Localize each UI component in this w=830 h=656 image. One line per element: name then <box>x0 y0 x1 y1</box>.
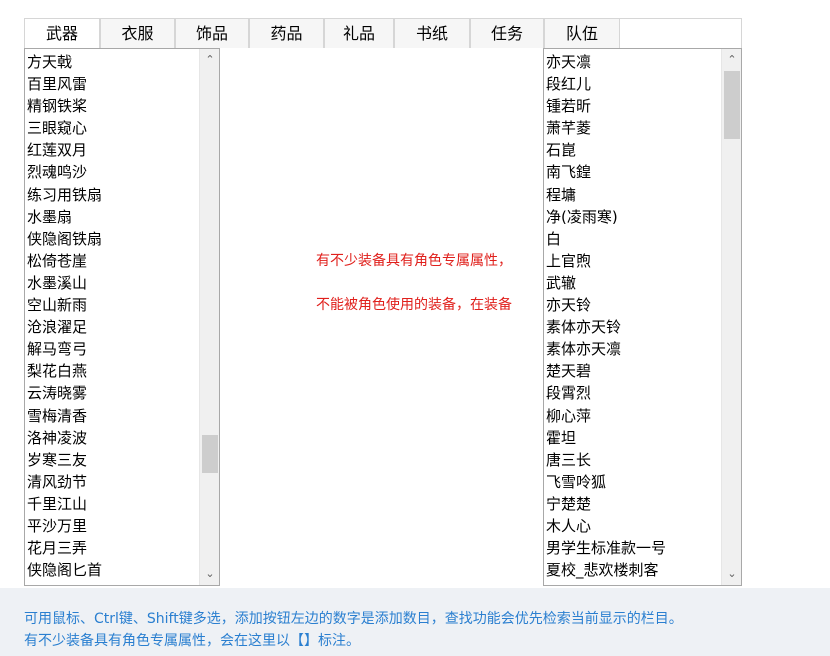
party-list-item[interactable]: 唐三长 <box>546 449 719 471</box>
item-editor-panel: 武器 衣服 饰品 药品 礼品 书纸 任务 队伍 方天戟 百里风雷 精钢铁桨 三眼窥心红… <box>0 0 742 588</box>
party-list-item[interactable]: 男学生标准款一号 <box>546 537 719 559</box>
party-list-item[interactable]: 段霄烈 <box>546 382 719 404</box>
weapon-list-item[interactable]: 百里风雷 <box>27 73 197 95</box>
footer-help-line-2: 有不少装备具有角色专属属性，会在这里以【】标注。 <box>24 633 360 649</box>
tab-quests[interactable]: 任务 <box>470 18 544 48</box>
weapon-list-item[interactable]: 侠隐阁匕首 <box>27 559 197 581</box>
note-unusable-equipment: 不能被角色使用的装备，在装备 <box>316 297 512 313</box>
party-list-item[interactable]: 夏校_悲欢楼刺客 <box>546 559 719 581</box>
weapon-list-item[interactable]: 清风劲节 <box>27 471 197 493</box>
scroll-down-arrow-icon[interactable]: ⌄ <box>722 563 741 585</box>
party-list-scrollbar[interactable]: ⌃ ⌄ <box>721 49 741 585</box>
weapon-list-item[interactable]: 水墨溪山 <box>27 272 197 294</box>
weapon-list-item[interactable]: 三眼窥心 <box>27 117 197 139</box>
party-list-item[interactable]: 白 <box>546 228 719 250</box>
party-list-item[interactable]: 锺若昕 <box>546 95 719 117</box>
footer-help: 可用鼠标、Ctrl键、Shift键多选，添加按钮左边的数字是添加数目，查找功能会… <box>0 588 830 656</box>
weapon-list-item[interactable]: 松倚苍崖 <box>27 250 197 272</box>
weapon-list-item[interactable]: 沧浪濯足 <box>27 316 197 338</box>
weapon-list-item[interactable]: 侠隐阁铁扇 <box>27 228 197 250</box>
party-list-item[interactable]: 素体亦天铃 <box>546 316 719 338</box>
weapon-list-item[interactable]: 空山新雨 <box>27 294 197 316</box>
party-list-item[interactable]: 南飞鍠 <box>546 161 719 183</box>
party-list-items: 亦天凛 段红儿 锺若昕 萧芊菱 石崑 南飞鍠 程墉 净(凌雨寒) 白上官煦 武辙 亦天铃 素体亦天铃素… <box>546 51 719 581</box>
scroll-up-arrow-icon[interactable]: ⌃ <box>200 49 219 71</box>
weapon-list-scroll-thumb[interactable] <box>202 435 218 473</box>
party-list-item[interactable]: 净(凌雨寒) <box>546 206 719 228</box>
weapon-list-item[interactable]: 精钢铁桨 <box>27 95 197 117</box>
tab-party[interactable]: 队伍 <box>544 18 620 48</box>
scroll-down-arrow-icon[interactable]: ⌄ <box>200 563 219 585</box>
party-list-item[interactable]: 段红儿 <box>546 73 719 95</box>
weapon-list-item[interactable]: 平沙万里 <box>27 515 197 537</box>
tab-gifts[interactable]: 礼品 <box>324 18 394 48</box>
tab-books[interactable]: 书纸 <box>394 18 470 48</box>
tab-medicine[interactable]: 药品 <box>249 18 324 48</box>
weapon-list-items: 方天戟 百里风雷 精钢铁桨 三眼窥心 红莲双月 烈魂鸣沙 练习用铁扇 水墨扇 侠隐阁铁扇 松倚苍崖… <box>27 51 197 581</box>
party-list-item[interactable]: 上官煦 <box>546 250 719 272</box>
party-list-item[interactable]: 素体亦天凛 <box>546 338 719 360</box>
party-list-item[interactable]: 石崑 <box>546 139 719 161</box>
weapon-list-item[interactable]: 方天戟 <box>27 51 197 73</box>
party-list-item[interactable]: 飞雪呤狐 <box>546 471 719 493</box>
weapon-list-item[interactable]: 雪梅清香 <box>27 405 197 427</box>
category-tabs: 武器 衣服 饰品 药品 礼品 书纸 任务 队伍 <box>24 18 742 48</box>
footer-help-line-1: 可用鼠标、Ctrl键、Shift键多选，添加按钮左边的数字是添加数目，查找功能会… <box>24 611 683 627</box>
weapon-list-item[interactable]: 梨花白燕 <box>27 360 197 382</box>
party-list-item[interactable]: 萧芊菱 <box>546 117 719 139</box>
party-list-item[interactable]: 楚天碧 <box>546 360 719 382</box>
party-list-item[interactable]: 亦天铃 <box>546 294 719 316</box>
party-list-item[interactable]: 柳心萍 <box>546 405 719 427</box>
tab-weapons[interactable]: 武器 <box>24 18 100 48</box>
weapon-list-item[interactable]: 烈魂鸣沙 <box>27 161 197 183</box>
weapon-list-item[interactable]: 红莲双月 <box>27 139 197 161</box>
weapon-list-item[interactable]: 云涛晓雾 <box>27 382 197 404</box>
tab-strip-filler <box>620 18 742 48</box>
party-list-item[interactable]: 程墉 <box>546 184 719 206</box>
weapon-list-item[interactable]: 千里江山 <box>27 493 197 515</box>
party-list-item[interactable]: 宁楚楚 <box>546 493 719 515</box>
scroll-up-arrow-icon[interactable]: ⌃ <box>722 49 741 71</box>
weapon-list-item[interactable]: 洛神凌波 <box>27 427 197 449</box>
weapon-list-item[interactable]: 岁寒三友 <box>27 449 197 471</box>
tab-accessories[interactable]: 饰品 <box>175 18 249 48</box>
weapon-list-item[interactable]: 花月三弄 <box>27 537 197 559</box>
weapon-list-item[interactable]: 解马弯弓 <box>27 338 197 360</box>
weapon-list[interactable]: 方天戟 百里风雷 精钢铁桨 三眼窥心 红莲双月 烈魂鸣沙 练习用铁扇 水墨扇 侠隐阁铁扇 松倚苍崖… <box>24 48 220 586</box>
party-list-item[interactable]: 武辙 <box>546 272 719 294</box>
weapon-list-scrollbar[interactable]: ⌃ ⌄ <box>199 49 219 585</box>
party-list-item[interactable]: 霍坦 <box>546 427 719 449</box>
party-list-item[interactable]: 木人心 <box>546 515 719 537</box>
weapon-list-item[interactable]: 水墨扇 <box>27 206 197 228</box>
party-list-item[interactable]: 亦天凛 <box>546 51 719 73</box>
weapon-list-item[interactable]: 练习用铁扇 <box>27 184 197 206</box>
tab-clothes[interactable]: 衣服 <box>100 18 175 48</box>
party-list-scroll-thumb[interactable] <box>724 71 740 139</box>
party-list[interactable]: 亦天凛 段红儿 锺若昕 萧芊菱 石崑 南飞鍠 程墉 净(凌雨寒) 白上官煦 武辙 亦天铃 素体亦天铃素… <box>543 48 742 586</box>
note-exclusive-attributes: 有不少装备具有角色专属属性， <box>316 253 512 269</box>
